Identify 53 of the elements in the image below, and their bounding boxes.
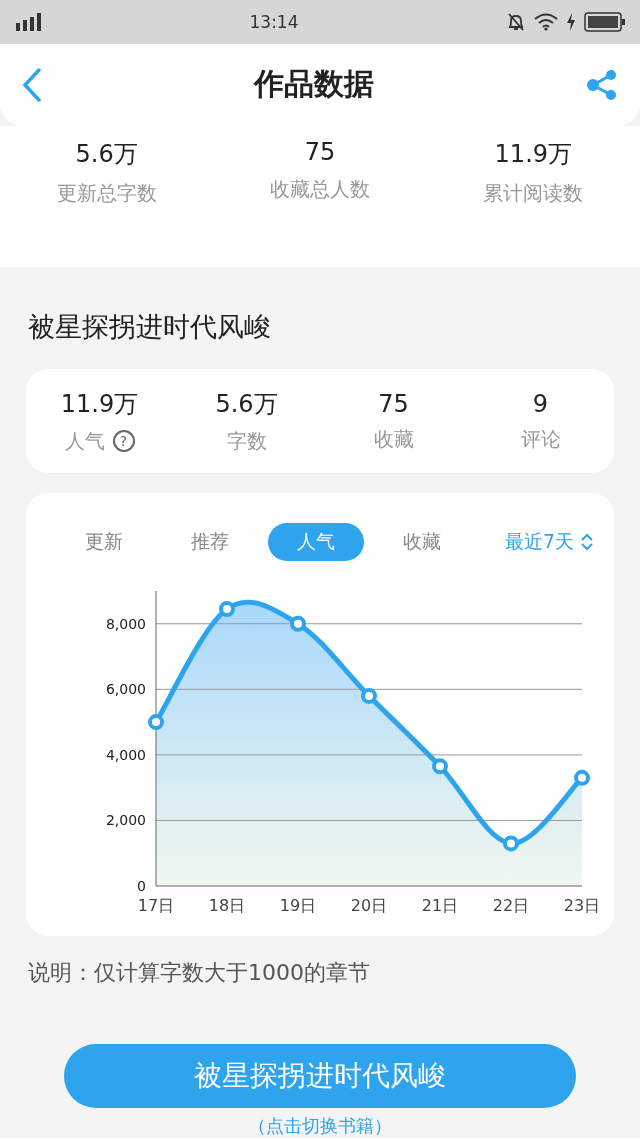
axis-label: 6,000 <box>105 681 146 698</box>
stat-label: 累计阅读数 <box>483 179 584 207</box>
share-icon[interactable] <box>586 68 618 101</box>
status-time: 13:14 <box>249 11 299 32</box>
book-title: 被星探拐进时代风峻 <box>27 310 272 345</box>
signal-icon <box>16 12 42 31</box>
stat-value: 11.9万 <box>60 388 139 420</box>
chart-tab[interactable]: 人气 <box>268 523 364 562</box>
axis-label: 22日 <box>492 896 530 916</box>
chart-tab[interactable]: 推荐 <box>162 523 258 562</box>
stat-label: 收藏 <box>373 425 414 453</box>
stat-label: 更新总字数 <box>56 179 157 207</box>
stat-value: 75 <box>304 137 336 166</box>
charging-icon <box>566 12 576 31</box>
stat-value: 75 <box>378 389 409 418</box>
data-point <box>574 769 590 786</box>
axis-label: 17日 <box>137 896 175 916</box>
axis-label: 19日 <box>279 896 317 916</box>
page-title: 作品数据 <box>254 65 374 104</box>
sort-icon <box>580 532 594 553</box>
stat-label: 收藏总人数 <box>270 175 370 203</box>
axis-label: 21日 <box>421 896 459 916</box>
note-text: 说明：仅计算字数大于1000的章节 <box>28 959 370 988</box>
axis-label: 0 <box>137 878 146 895</box>
stat-value: 5.6万 <box>75 138 138 170</box>
data-point <box>361 688 377 704</box>
axis-label: 4,000 <box>105 747 146 763</box>
wifi-icon <box>534 12 558 31</box>
bell-off-icon <box>506 11 526 32</box>
stat-value: 5.6万 <box>215 388 278 420</box>
axis-label: 23日 <box>563 896 601 916</box>
data-point <box>432 758 448 775</box>
back-icon[interactable] <box>22 67 42 102</box>
data-point <box>290 615 306 632</box>
axis-label: 18日 <box>208 896 246 916</box>
stat-value: 9 <box>532 389 549 418</box>
stat-label: 字数 <box>226 427 267 455</box>
battery-icon <box>584 11 626 32</box>
stat-label: 人气 <box>64 427 105 455</box>
help-icon[interactable]: ? <box>112 430 135 453</box>
chart-tab[interactable]: 收藏 <box>374 523 470 562</box>
axis-label: 2,000 <box>105 812 146 829</box>
axis-label: 8,000 <box>105 615 146 632</box>
switch-book-link[interactable]: （点击切换书籍） <box>248 1114 392 1138</box>
data-point <box>503 835 519 852</box>
chart-tab[interactable]: 更新 <box>56 523 152 562</box>
axis-label: 20日 <box>350 896 388 916</box>
stat-label: 评论 <box>520 425 561 453</box>
range-select[interactable]: 最近7天 <box>504 529 594 556</box>
data-point <box>219 601 235 618</box>
switch-book-button[interactable]: 被星探拐进时代风峻 <box>64 1044 576 1108</box>
data-point <box>148 714 164 731</box>
stat-value: 11.9万 <box>494 138 573 170</box>
